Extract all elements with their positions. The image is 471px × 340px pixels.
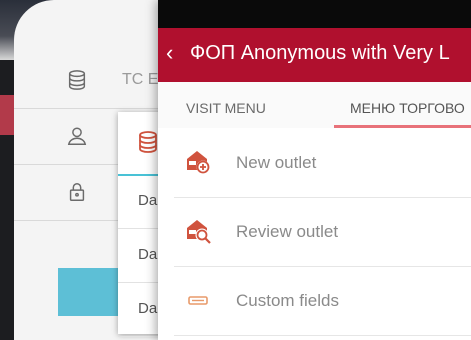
menu-item-custom-fields[interactable]: Custom fields [174, 266, 471, 336]
database-icon [68, 70, 86, 90]
chevron-left-icon[interactable]: ‹ [166, 40, 173, 66]
menu-item-label: New outlet [236, 153, 317, 172]
menu-item-new-outlet[interactable]: New outlet [174, 128, 471, 198]
status-bar [158, 0, 471, 28]
dropdown-option-label: Da [138, 246, 158, 263]
tab-visit-menu[interactable]: VISIT MENU [158, 82, 334, 128]
menu-item-review-outlet[interactable]: Review outlet [174, 197, 471, 267]
keyboard-icon [188, 296, 208, 305]
tab-label: МЕНЮ ТОРГОВО [350, 100, 465, 116]
tab-trade-menu[interactable]: МЕНЮ ТОРГОВО [334, 82, 471, 128]
lock-icon [69, 183, 85, 201]
database-icon [139, 131, 157, 153]
store-search-icon [187, 220, 211, 244]
trade-menu-screen: ‹ ФОП Anonymous with Very L VISIT MENU М… [158, 0, 471, 340]
user-icon [67, 127, 87, 145]
tab-label: VISIT MENU [186, 100, 266, 116]
dropdown-option-label: Da [138, 300, 158, 317]
dropdown-option-label: Da [138, 192, 158, 209]
menu-item-label: Custom fields [236, 291, 339, 310]
menu-item-label: Review outlet [236, 222, 339, 241]
server-field-value: TC E [122, 71, 159, 88]
page-title: ФОП Anonymous with Very L [190, 42, 450, 64]
store-add-icon [187, 151, 210, 174]
tab-bar: VISIT MENU МЕНЮ ТОРГОВО [158, 82, 471, 128]
app-bar: ‹ ФОП Anonymous with Very L [158, 28, 471, 82]
